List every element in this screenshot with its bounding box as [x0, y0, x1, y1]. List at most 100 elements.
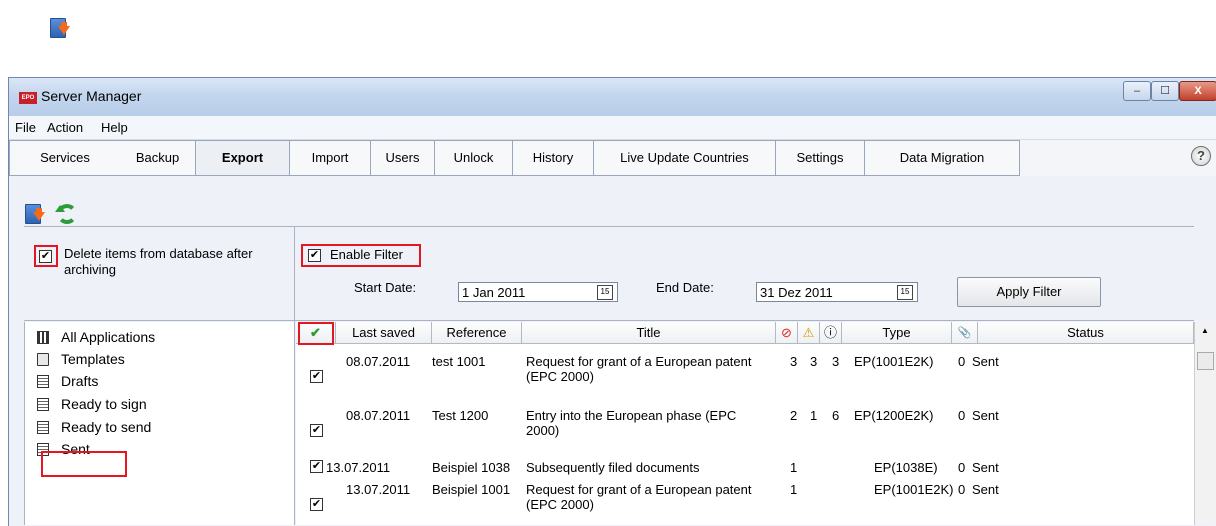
divider: [294, 322, 295, 525]
title-bar: EPO Server Manager – ☐ X: [9, 78, 1216, 116]
cell-errors: 3: [790, 354, 798, 369]
enable-filter-label: Enable Filter: [330, 247, 403, 262]
divider: [294, 226, 295, 322]
menu-help[interactable]: Help: [101, 120, 128, 135]
row-checkbox[interactable]: ✔: [310, 370, 323, 383]
scroll-up-arrow-icon[interactable]: ▲: [1201, 326, 1209, 335]
menu-action[interactable]: Action: [47, 120, 83, 135]
cell-reference: Beispiel 1001: [432, 482, 511, 497]
cell-attachments: 0: [958, 354, 966, 369]
tab-services[interactable]: Services: [9, 140, 121, 176]
column-header-title[interactable]: Title: [522, 322, 776, 344]
cell-info: 3: [832, 354, 840, 369]
start-date-value: 1 Jan 2011: [462, 285, 526, 300]
divider: [24, 226, 1194, 227]
row-checkbox[interactable]: ✔: [310, 424, 323, 437]
end-date-field[interactable]: 31 Dez 2011 15: [756, 282, 918, 302]
column-header-type[interactable]: Type: [842, 322, 952, 344]
export-icon: [50, 18, 70, 40]
column-header-warning-icon[interactable]: ⚠: [798, 322, 820, 344]
menu-bar: File Action Help: [9, 116, 1216, 140]
cell-errors: 1: [790, 460, 798, 475]
column-header-attachment-icon[interactable]: 📎: [952, 322, 978, 344]
cell-last-saved: 08.07.2011: [346, 408, 411, 423]
cell-status: Sent: [972, 354, 999, 369]
export-toolbar-icon[interactable]: [25, 204, 45, 226]
cell-errors: 2: [790, 408, 798, 423]
maximize-button[interactable]: ☐: [1151, 81, 1179, 101]
cell-attachments: 0: [958, 460, 966, 475]
cell-type: EP(1001E2K): [854, 354, 934, 369]
column-header-error-icon[interactable]: ⊘: [776, 322, 798, 344]
vertical-scrollbar[interactable]: ▲: [1194, 322, 1215, 525]
cell-last-saved: 13.07.2011: [346, 482, 411, 497]
applications-table: ✔ Last saved Reference Title ⊘ ⚠ ⓘ Type …: [296, 322, 1194, 525]
highlight-box: [41, 451, 127, 477]
cell-status: Sent: [972, 482, 999, 497]
cell-title: Entry into the European phase (EPC 2000): [526, 408, 737, 438]
cell-reference: Test 1200: [432, 408, 489, 423]
cell-warnings: 1: [810, 408, 818, 423]
folder-label: Ready to send: [61, 419, 152, 435]
cell-attachments: 0: [958, 482, 966, 497]
grid-icon: [37, 331, 49, 344]
divider: [24, 320, 1194, 321]
row-checkbox[interactable]: ✔: [310, 460, 323, 473]
column-header-reference[interactable]: Reference: [432, 322, 522, 344]
cell-reference: test 1001: [432, 354, 486, 369]
tab-unlock[interactable]: Unlock: [435, 140, 513, 176]
calendar-icon[interactable]: 15: [597, 285, 613, 300]
cell-warnings: 3: [810, 354, 818, 369]
cell-title: Subsequently filed documents: [526, 460, 700, 475]
column-header-status[interactable]: Status: [978, 322, 1194, 344]
cell-reference: Beispiel 1038: [432, 460, 511, 475]
tab-live-update-countries[interactable]: Live Update Countries: [594, 140, 776, 176]
minimize-button[interactable]: –: [1123, 81, 1151, 101]
folder-label: Drafts: [61, 373, 99, 389]
cell-attachments: 0: [958, 408, 966, 423]
end-date-value: 31 Dez 2011: [760, 285, 833, 300]
highlight-box: [298, 322, 334, 345]
folder-tree: All Applications Templates Drafts Ready …: [24, 322, 295, 525]
cell-info: 6: [832, 408, 840, 423]
tab-history[interactable]: History: [513, 140, 594, 176]
start-date-label: Start Date:: [354, 280, 417, 295]
folder-label: All Applications: [61, 329, 156, 345]
scrollbar-thumb[interactable]: [1197, 352, 1214, 370]
tab-settings[interactable]: Settings: [776, 140, 865, 176]
cell-last-saved: 08.07.2011: [346, 354, 411, 369]
row-checkbox[interactable]: ✔: [310, 498, 323, 511]
help-icon[interactable]: ?: [1191, 146, 1211, 166]
highlight-box: [34, 245, 58, 267]
refresh-icon[interactable]: [55, 202, 81, 226]
start-date-field[interactable]: 1 Jan 2011 15: [458, 282, 618, 302]
tab-bar: Services Backup Export Import Users Unlo…: [9, 140, 1216, 176]
tab-export[interactable]: Export: [196, 140, 290, 176]
list-icon: [37, 398, 49, 411]
end-date-label: End Date:: [656, 280, 714, 295]
cell-type: EP(1038E): [874, 460, 938, 475]
column-header-last-saved[interactable]: Last saved: [336, 322, 432, 344]
menu-file[interactable]: File: [15, 120, 36, 135]
delete-items-label: Delete items from database after archivi…: [64, 246, 253, 277]
tab-users[interactable]: Users: [371, 140, 435, 176]
folder-label: Templates: [61, 351, 125, 367]
folder-label: Ready to sign: [61, 396, 147, 412]
cell-last-saved: 13.07.2011: [326, 460, 391, 475]
cell-status: Sent: [972, 408, 999, 423]
cell-title: Request for grant of a European patent (…: [526, 482, 752, 512]
cell-type: EP(1001E2K): [874, 482, 954, 497]
tab-backup[interactable]: Backup: [120, 140, 196, 176]
tab-data-migration[interactable]: Data Migration: [865, 140, 1020, 176]
close-button[interactable]: X: [1179, 81, 1216, 101]
column-header-info-icon[interactable]: ⓘ: [820, 322, 842, 344]
tab-import[interactable]: Import: [290, 140, 371, 176]
epo-logo-icon: EPO: [19, 92, 37, 104]
cell-title: Request for grant of a European patent (…: [526, 354, 752, 384]
cell-type: EP(1200E2K): [854, 408, 934, 423]
cell-errors: 1: [790, 482, 798, 497]
calendar-icon[interactable]: 15: [897, 285, 913, 300]
apply-filter-button[interactable]: Apply Filter: [957, 277, 1101, 307]
list-icon: [37, 375, 49, 388]
window-title: Server Manager: [41, 88, 142, 104]
